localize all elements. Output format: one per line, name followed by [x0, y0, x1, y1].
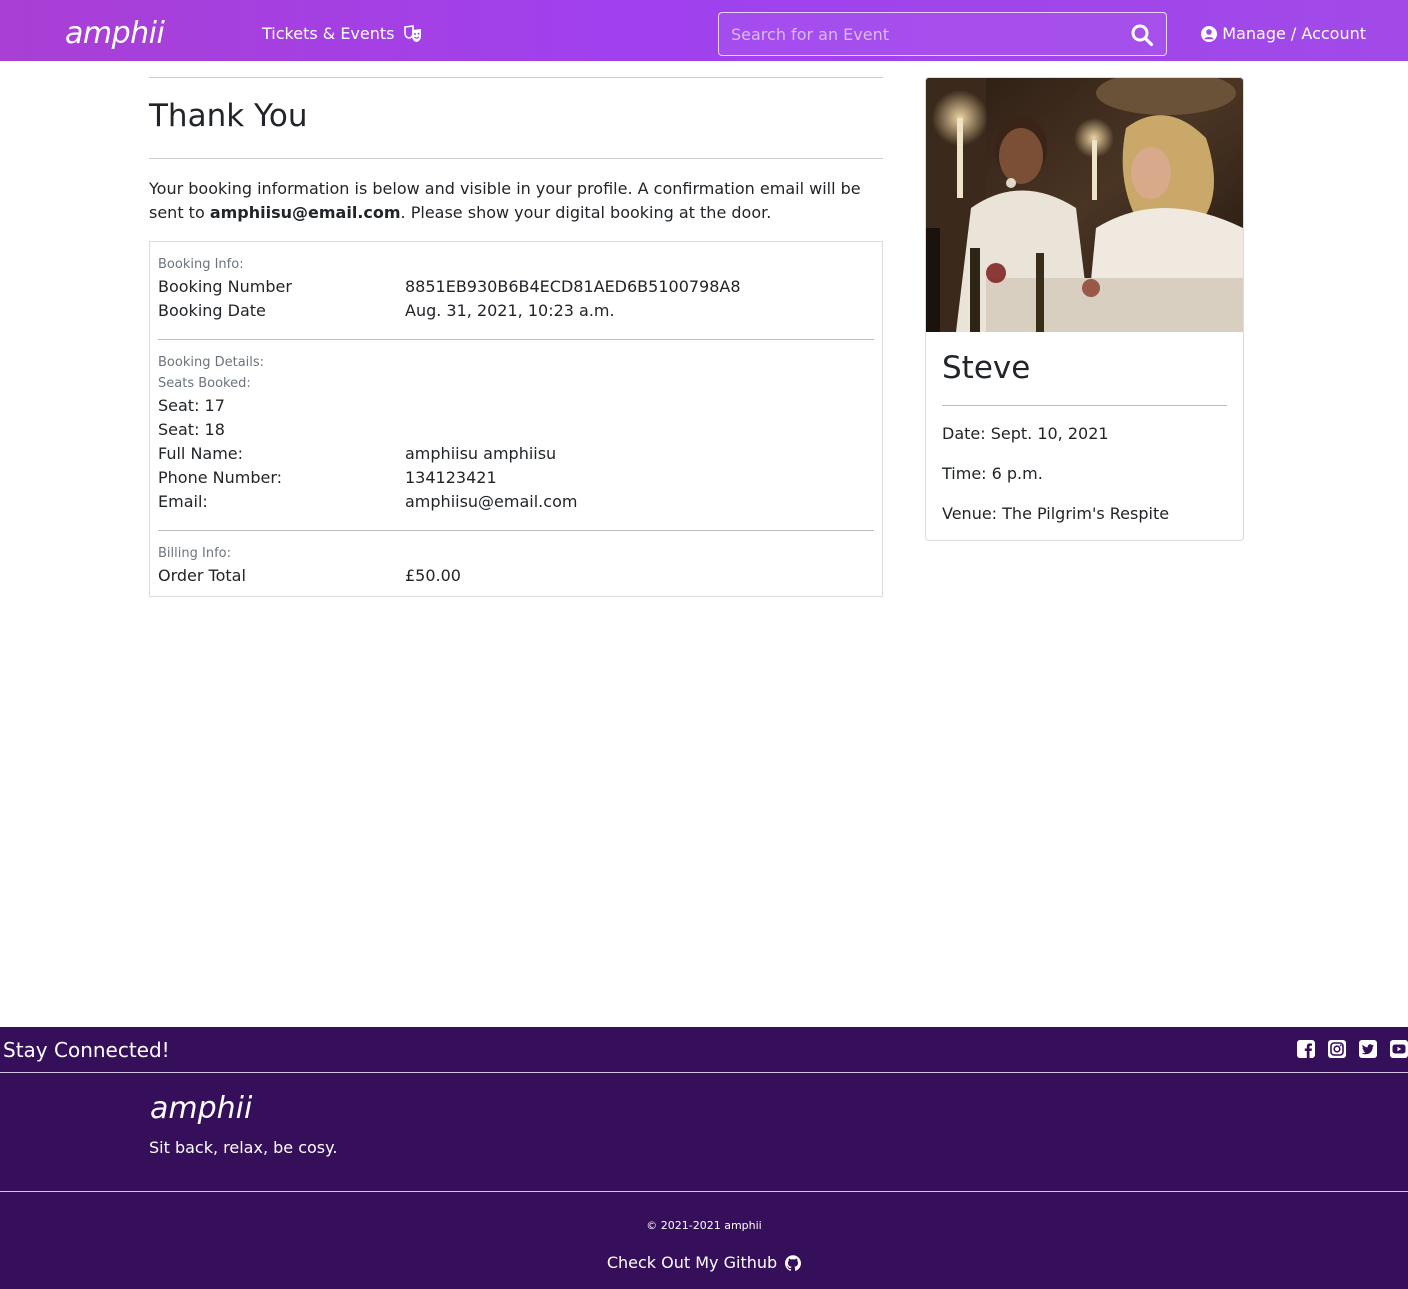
- phone-number-value: 134123421: [405, 468, 497, 487]
- account-link[interactable]: Manage / Account: [1201, 22, 1366, 46]
- intro-text-end: . Please show your digital booking at th…: [400, 203, 772, 222]
- stay-connected-text: Stay Connected!: [3, 1038, 170, 1062]
- social-links: [1297, 1040, 1408, 1058]
- divider: [942, 405, 1227, 406]
- youtube-icon[interactable]: [1390, 1040, 1408, 1058]
- search-input[interactable]: [719, 13, 1119, 55]
- footer-tagline: Sit back, relax, be cosy.: [149, 1138, 338, 1157]
- page-title: Thank You: [149, 98, 308, 134]
- twitter-icon[interactable]: [1359, 1040, 1377, 1058]
- event-card-body: Steve Date: Sept. 10, 2021 Time: 6 p.m. …: [926, 332, 1243, 526]
- order-total-row: Order Total £50.00: [158, 564, 874, 588]
- nav-tickets-label: Tickets & Events: [262, 24, 395, 43]
- seats-booked-label: Seats Booked:: [158, 376, 251, 391]
- booking-date-value: Aug. 31, 2021, 10:23 a.m.: [405, 301, 615, 320]
- email-row: Email: amphiisu@email.com: [158, 490, 874, 514]
- footer-brand-logo[interactable]: amphii: [150, 1090, 252, 1128]
- full-name-value: amphiisu amphiisu: [405, 444, 557, 463]
- instagram-icon[interactable]: [1328, 1040, 1346, 1058]
- event-date: Date: Sept. 10, 2021: [942, 424, 1109, 443]
- event-name: Steve: [942, 350, 1031, 386]
- github-link[interactable]: Check Out My Github: [0, 1251, 1408, 1275]
- booking-number-key: Booking Number: [158, 277, 292, 296]
- full-name-row: Full Name: amphiisu amphiisu: [158, 442, 874, 466]
- theater-masks-icon: [403, 25, 421, 42]
- top-navbar: amphii Tickets & Events Manage / Account: [0, 0, 1408, 61]
- seat-value: Seat: 18: [158, 420, 225, 439]
- nav-tickets-events[interactable]: Tickets & Events: [262, 22, 423, 46]
- booking-date-key: Booking Date: [158, 301, 266, 320]
- booking-confirmation: Thank You Your booking information is be…: [149, 77, 883, 597]
- search-icon[interactable]: [1130, 23, 1154, 47]
- booking-details-label: Booking Details:: [158, 355, 265, 370]
- email-value: amphiisu@email.com: [405, 492, 578, 511]
- github-label: Check Out My Github: [606, 1253, 778, 1272]
- order-total-value: £50.00: [405, 566, 461, 585]
- event-card: Steve Date: Sept. 10, 2021 Time: 6 p.m. …: [925, 77, 1244, 541]
- site-footer: Stay Connected! amphii Sit back, relax, …: [0, 1027, 1408, 1289]
- booking-date-row: Booking Date Aug. 31, 2021, 10:23 a.m.: [158, 299, 874, 323]
- booking-info-section: Booking Info: Booking Number 8851EB930B6…: [158, 242, 874, 339]
- billing-info-section: Billing Info: Order Total £50.00: [158, 530, 874, 596]
- event-image: [926, 78, 1243, 332]
- brand-logo[interactable]: amphii: [65, 14, 165, 54]
- facebook-icon[interactable]: [1297, 1040, 1315, 1058]
- phone-number-row: Phone Number: 134123421: [158, 466, 874, 490]
- search-bar: [718, 12, 1167, 56]
- phone-number-key: Phone Number:: [158, 468, 283, 487]
- booking-info-box: Booking Info: Booking Number 8851EB930B6…: [149, 241, 883, 597]
- seat-row: Seat: 18: [158, 418, 874, 442]
- booking-number-row: Booking Number 8851EB930B6B4ECD81AED6B51…: [158, 275, 874, 299]
- user-circle-icon: [1201, 26, 1218, 42]
- event-venue: Venue: The Pilgrim's Respite: [942, 504, 1170, 523]
- intro-email: amphiisu@email.com: [209, 203, 401, 222]
- order-total-key: Order Total: [158, 566, 246, 585]
- booking-details-section: Booking Details: Seats Booked: Seat: 17 …: [158, 339, 874, 530]
- github-icon: [785, 1255, 802, 1271]
- booking-number-value: 8851EB930B6B4ECD81AED6B5100798A8: [405, 277, 741, 296]
- email-key: Email:: [158, 492, 208, 511]
- seat-row: Seat: 17: [158, 394, 874, 418]
- copyright-text: © 2021-2021 amphii: [646, 1219, 762, 1232]
- divider: [149, 77, 883, 78]
- booking-info-label: Booking Info:: [158, 257, 244, 272]
- account-label: Manage / Account: [1222, 24, 1366, 43]
- billing-info-label: Billing Info:: [158, 546, 231, 561]
- intro-text: Your booking information is below and vi…: [149, 177, 883, 225]
- stay-connected-bar: Stay Connected!: [0, 1027, 1408, 1073]
- divider: [0, 1191, 1408, 1192]
- divider: [149, 158, 883, 159]
- seat-value: Seat: 17: [158, 396, 225, 415]
- full-name-key: Full Name:: [158, 444, 244, 463]
- event-time: Time: 6 p.m.: [942, 464, 1043, 483]
